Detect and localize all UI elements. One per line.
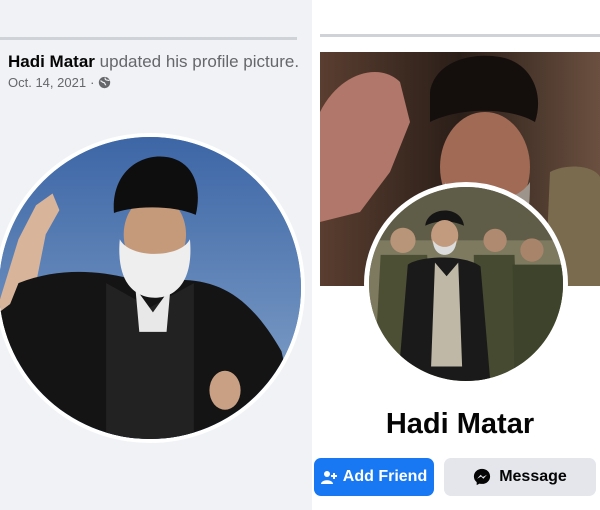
message-button[interactable]: Message [444,458,596,496]
add-friend-button[interactable]: Add Friend [314,458,434,496]
post-profile-photo[interactable] [0,133,305,443]
divider-line [0,37,297,40]
post-date[interactable]: Oct. 14, 2021 [8,75,86,90]
add-person-icon [320,469,337,485]
post-photo-image [0,137,301,439]
post-panel: Hadi Matar updated his profile picture. … [0,0,312,510]
profile-name: Hadi Matar [385,408,535,440]
panel-divider [312,0,320,510]
globe-icon[interactable] [98,76,111,89]
divider-line [320,34,600,37]
avatar-image [369,187,563,381]
add-friend-label: Add Friend [342,468,428,485]
meta-separator: · [90,75,95,90]
message-label: Message [499,468,567,485]
post-action-text: updated his profile picture. [99,52,300,71]
post-header: Hadi Matar updated his profile picture. [8,52,299,72]
profile-avatar[interactable] [364,182,568,386]
post-author-link[interactable]: Hadi Matar [8,52,95,71]
messenger-icon [473,468,491,486]
post-meta: Oct. 14, 2021 · [8,75,111,90]
profile-panel: Hadi Matar Add Friend Message [314,0,600,510]
